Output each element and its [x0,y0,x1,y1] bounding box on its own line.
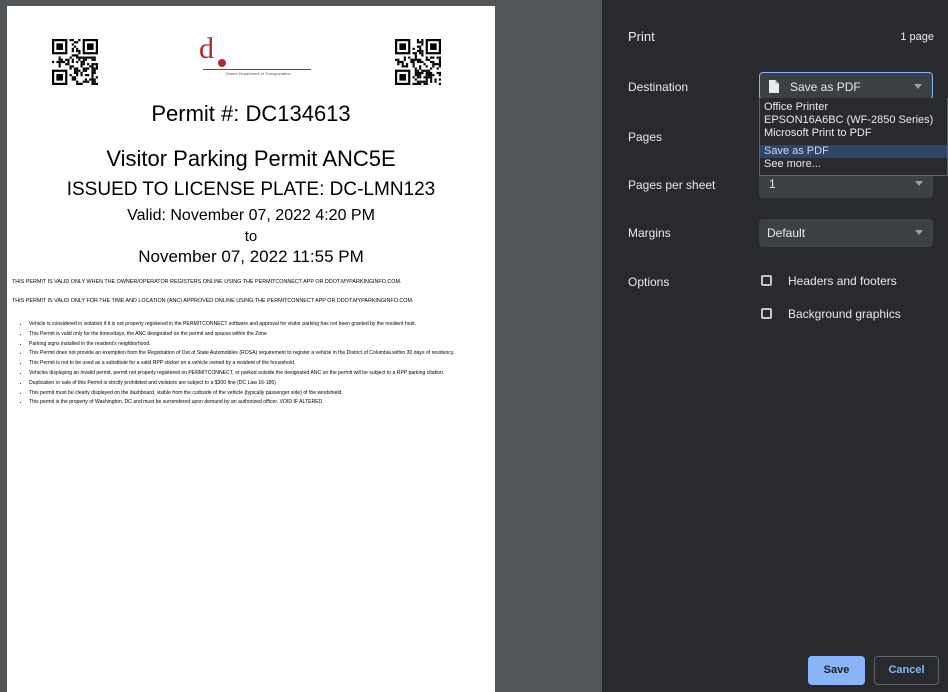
options-label: Options [628,275,670,289]
logo-letter: d [199,32,214,65]
destination-dropdown-menu: Office Printer EPSON16A6BC (WF-2850 Seri… [759,98,948,176]
rule-item: Duplication or sale of this Permit is st… [29,380,484,387]
issued-to-plate: ISSUED TO LICENSE PLATE: DC-LMN123 [66,179,436,200]
rule-item: This permit is the property of Washingto… [29,399,484,406]
rule-item: This Permit is valid only for the times/… [29,331,484,338]
pages-per-sheet-label: Pages per sheet [628,178,716,192]
rule-item: This permit must be clearly displayed on… [29,390,484,397]
margins-value: Default [767,226,806,240]
destination-option-selected[interactable]: Save as PDF [760,145,947,158]
qr-code-right [395,39,441,85]
print-settings-panel: Print 1 page Destination Save as PDF Pag… [602,0,948,692]
save-button[interactable]: Save [808,656,865,685]
rule-item: Vehicle is considered in violation if it… [29,321,484,328]
margins-label: Margins [628,226,671,240]
background-graphics-label: Background graphics [788,307,901,321]
rule-item: Vehicles displaying an invalid permit, p… [29,370,484,377]
rules-list: Vehicle is considered in violation if it… [21,321,484,409]
cancel-button[interactable]: Cancel [874,656,939,685]
rule-item: Parking signs installed in the resident'… [29,341,484,348]
background-graphics-checkbox[interactable] [761,308,772,319]
chevron-down-icon [915,230,923,235]
permit-number: Permit #: DC134613 [151,101,351,126]
pages-per-sheet-value: 1 [769,177,776,191]
print-title: Print [628,29,655,44]
headers-footers-checkbox[interactable] [761,275,772,286]
ddot-logo: d District Department of Transportation [193,32,313,76]
destination-option[interactable]: Microsoft Print to PDF [760,128,947,139]
rule-item: This Permit is not to be used as a subst… [29,360,484,367]
file-icon [769,80,779,93]
notice-time-location: THIS PERMIT IS VALID ONLY FOR THE TIME A… [12,298,414,304]
destination-option[interactable]: Office Printer [760,102,947,113]
print-preview-area: d District Department of Transportation … [0,0,602,692]
pages-label: Pages [628,130,663,144]
headers-footers-label: Headers and footers [788,274,897,288]
destination-label: Destination [628,80,689,94]
valid-from: Valid: November 07, 2022 4:20 PM [127,207,375,224]
destination-value: Save as PDF [790,80,861,94]
logo-dot [218,59,226,67]
rule-item: This Permit does not provide an exemptio… [29,350,484,357]
chevron-down-icon [914,84,922,89]
valid-until: November 07, 2022 11:55 PM [138,247,364,266]
chevron-down-icon [915,181,923,186]
destination-option[interactable]: EPSON16A6BC (WF-2850 Series) [760,115,947,126]
logo-rule [203,69,311,70]
permit-title: Visitor Parking Permit ANC5E [106,146,396,171]
document-page: d District Department of Transportation … [7,6,495,692]
page-count: 1 page [900,31,934,43]
destination-option-see-more[interactable]: See more... [760,159,947,170]
qr-code-left [52,39,98,85]
destination-select[interactable]: Save as PDF [759,72,933,100]
notice-registration: THIS PERMIT IS VALID ONLY WHEN THE OWNER… [12,279,402,285]
logo-caption: District Department of Transportation [225,71,291,76]
margins-select[interactable]: Default [759,219,933,247]
valid-to-word: to [244,228,258,245]
